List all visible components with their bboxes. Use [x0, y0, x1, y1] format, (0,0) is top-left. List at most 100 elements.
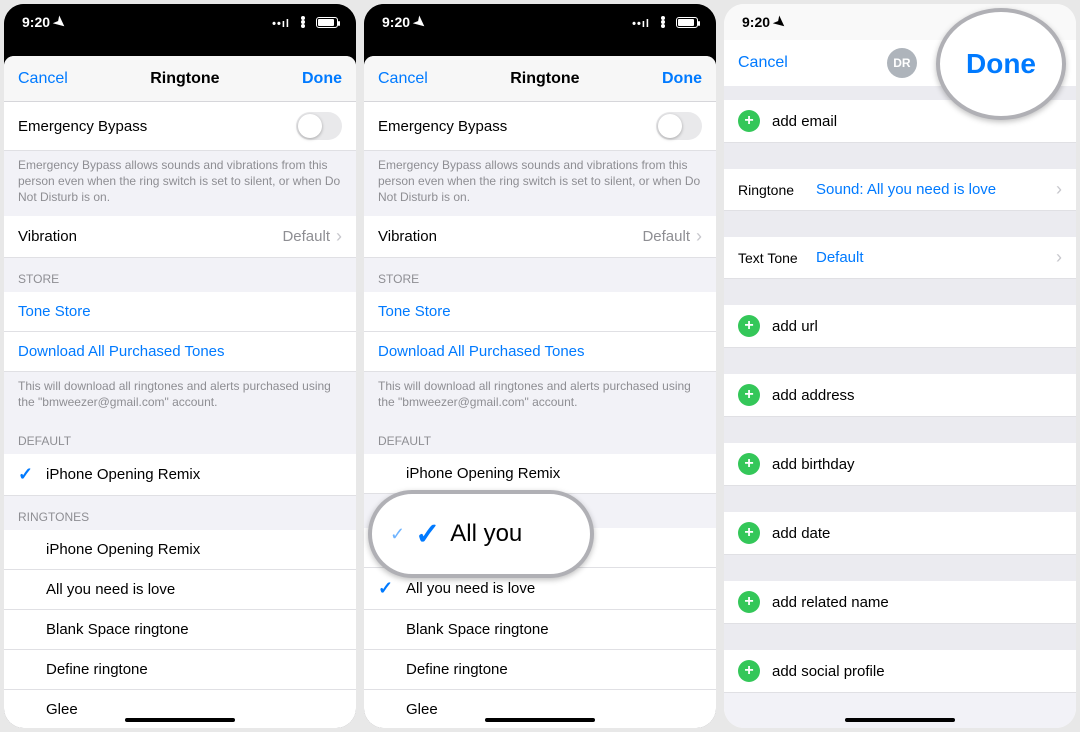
default-ringtone-label: iPhone Opening Remix — [46, 466, 200, 483]
ringtone-row[interactable]: Blank Space ringtone — [364, 610, 716, 650]
ringtone-row[interactable]: Glee — [4, 690, 356, 728]
emergency-bypass-row[interactable]: Emergency Bypass — [4, 102, 356, 151]
vibration-label: Vibration — [378, 228, 642, 245]
ringtone-row[interactable]: Glee — [364, 690, 716, 728]
signal-icon — [632, 14, 650, 30]
contact-avatar[interactable]: DR — [887, 48, 917, 78]
download-all-row[interactable]: Download All Purchased Tones — [4, 332, 356, 372]
vibration-row[interactable]: Vibration Default › — [4, 216, 356, 258]
texttone-key: Text Tone — [738, 250, 816, 266]
settings-list[interactable]: Emergency Bypass Emergency Bypass allows… — [4, 102, 356, 728]
location-icon: ➤ — [50, 12, 70, 33]
vibration-row[interactable]: Vibration Default › — [364, 216, 716, 258]
home-indicator[interactable] — [845, 718, 955, 722]
download-all-row[interactable]: Download All Purchased Tones — [364, 332, 716, 372]
emergency-bypass-toggle[interactable] — [656, 112, 702, 140]
emergency-bypass-toggle[interactable] — [296, 112, 342, 140]
status-bar: 9:20 ➤ — [364, 4, 716, 40]
magnifier-selected-ringtone: ✓ ✓ All you — [368, 490, 594, 578]
status-time: 9:20 — [742, 14, 770, 30]
tone-store-row[interactable]: Tone Store — [364, 292, 716, 332]
status-time: 9:20 — [22, 14, 50, 30]
settings-list[interactable]: Emergency Bypass Emergency Bypass allows… — [364, 102, 716, 728]
add-social-row[interactable]: + add social profile — [724, 650, 1076, 693]
nav-title: Ringtone — [150, 70, 219, 88]
nav-title: Ringtone — [510, 70, 579, 88]
ringtone-row[interactable]: Define ringtone — [4, 650, 356, 690]
chevron-right-icon: › — [1056, 179, 1062, 200]
screen-1-ringtone: 9:20 ➤ Cancel Ringtone Done Emergency By… — [4, 4, 356, 728]
checkmark-icon: ✓ — [18, 464, 46, 485]
add-address-row[interactable]: + add address — [724, 374, 1076, 417]
texttone-field-row[interactable]: Text Tone Default › — [724, 237, 1076, 279]
sheet-content: Cancel Ringtone Done Emergency Bypass Em… — [364, 56, 716, 728]
battery-icon — [676, 17, 698, 28]
store-header: STORE — [4, 258, 356, 292]
ringtone-row[interactable]: Define ringtone — [364, 650, 716, 690]
plus-icon: + — [738, 384, 760, 406]
chevron-right-icon: › — [336, 226, 342, 247]
ringtone-row[interactable]: iPhone Opening Remix — [4, 530, 356, 570]
sheet-handle-area — [364, 40, 716, 56]
ringtone-row[interactable]: Blank Space ringtone — [4, 610, 356, 650]
magnifier-text: All you — [450, 520, 522, 548]
nav-bar: Cancel Ringtone Done — [364, 56, 716, 102]
ringtone-row[interactable]: All you need is love — [4, 570, 356, 610]
vibration-value: Default — [282, 228, 330, 245]
checkmark-icon: ✓ — [378, 578, 406, 599]
location-icon: ➤ — [770, 12, 790, 33]
checkmark-icon: ✓ — [415, 517, 440, 552]
tone-store-row[interactable]: Tone Store — [4, 292, 356, 332]
magnifier-done-button: Done — [936, 8, 1066, 120]
plus-icon: + — [738, 660, 760, 682]
emergency-bypass-label: Emergency Bypass — [378, 118, 656, 135]
battery-icon — [316, 17, 338, 28]
plus-icon: + — [738, 591, 760, 613]
add-birthday-row[interactable]: + add birthday — [724, 443, 1076, 486]
ringtone-field-row[interactable]: Ringtone Sound: All you need is love › — [724, 169, 1076, 211]
default-ringtone-row[interactable]: iPhone Opening Remix — [364, 454, 716, 494]
status-time: 9:20 — [382, 14, 410, 30]
emergency-bypass-row[interactable]: Emergency Bypass — [364, 102, 716, 151]
add-related-row[interactable]: + add related name — [724, 581, 1076, 624]
texttone-value: Default — [816, 249, 1050, 266]
store-footer: This will download all ringtones and ale… — [364, 372, 716, 420]
done-button[interactable]: Done — [302, 70, 342, 88]
home-indicator[interactable] — [125, 718, 235, 722]
default-ringtone-label: iPhone Opening Remix — [406, 465, 560, 482]
cancel-button[interactable]: Cancel — [738, 54, 788, 72]
emergency-footer: Emergency Bypass allows sounds and vibra… — [4, 151, 356, 216]
cancel-button[interactable]: Cancel — [18, 70, 68, 88]
default-ringtone-row[interactable]: ✓ iPhone Opening Remix — [4, 454, 356, 496]
checkmark-icon: ✓ — [390, 524, 405, 545]
sheet-handle-area — [4, 40, 356, 56]
add-url-row[interactable]: + add url — [724, 305, 1076, 348]
ringtone-value: Sound: All you need is love — [816, 181, 1050, 198]
cancel-button[interactable]: Cancel — [378, 70, 428, 88]
store-footer: This will download all ringtones and ale… — [4, 372, 356, 420]
screen-2-ringtone-selected: 9:20 ➤ Cancel Ringtone Done Emergency By… — [364, 4, 716, 728]
status-bar: 9:20 ➤ — [4, 4, 356, 40]
plus-icon: + — [738, 453, 760, 475]
signal-icon — [272, 14, 290, 30]
home-indicator[interactable] — [485, 718, 595, 722]
done-button[interactable]: Done — [662, 70, 702, 88]
default-header: DEFAULT — [364, 420, 716, 454]
ringtones-header: RINGTONES — [4, 496, 356, 530]
wifi-icon — [295, 16, 311, 28]
add-date-row[interactable]: + add date — [724, 512, 1076, 555]
sheet-content: Cancel Ringtone Done Emergency Bypass Em… — [4, 56, 356, 728]
add-email-label: add email — [772, 113, 837, 130]
plus-icon: + — [738, 315, 760, 337]
location-icon: ➤ — [410, 12, 430, 33]
nav-bar: Cancel Ringtone Done — [4, 56, 356, 102]
emergency-bypass-label: Emergency Bypass — [18, 118, 296, 135]
emergency-footer: Emergency Bypass allows sounds and vibra… — [364, 151, 716, 216]
contact-fields-list[interactable]: + add email Ringtone Sound: All you need… — [724, 86, 1076, 728]
contact-content: Cancel DR + add email Ringtone Sound: Al… — [724, 40, 1076, 728]
plus-icon: + — [738, 110, 760, 132]
vibration-value: Default — [642, 228, 690, 245]
ringtone-key: Ringtone — [738, 182, 816, 198]
wifi-icon — [655, 16, 671, 28]
chevron-right-icon: › — [696, 226, 702, 247]
